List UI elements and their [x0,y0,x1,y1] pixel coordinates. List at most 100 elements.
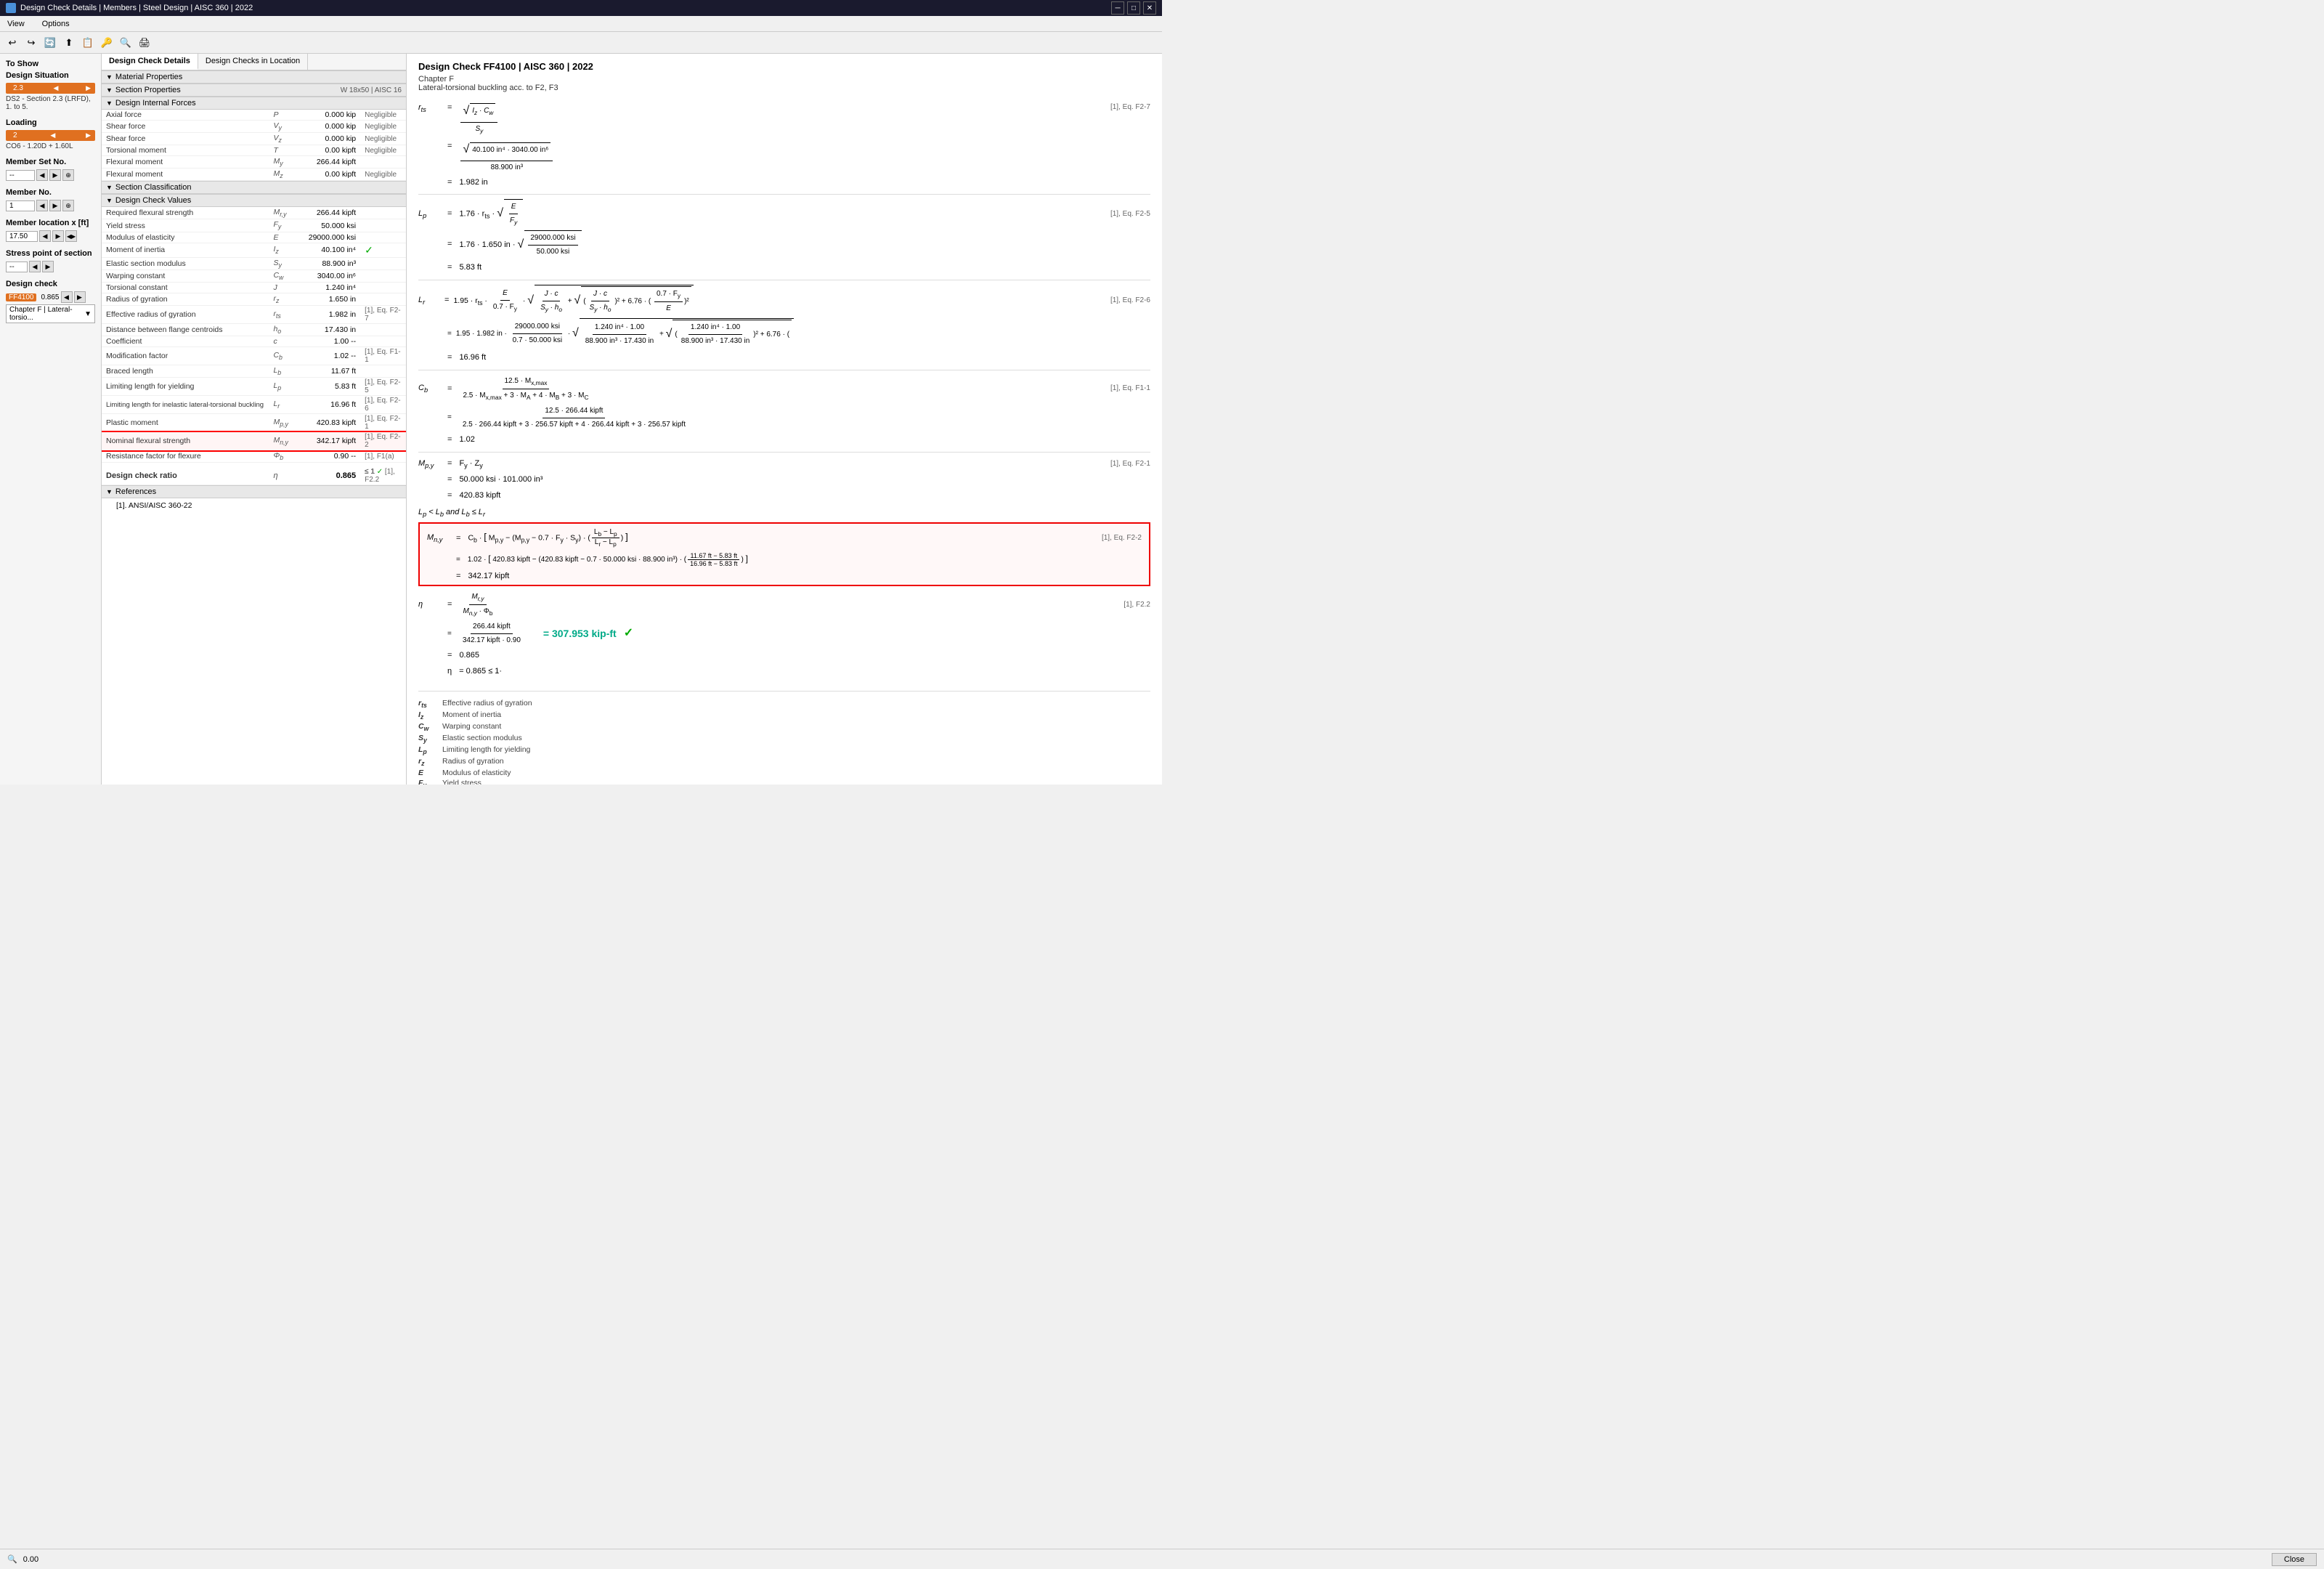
member-no-input[interactable] [6,200,35,211]
rts-ref: [1], Eq. F2-7 [1110,101,1150,114]
force-note-3: Negligible [360,133,406,145]
tab-design-checks-location[interactable]: Design Checks in Location [198,54,308,70]
cv-name-18: Resistance factor for flexure [102,450,269,463]
force-name-3: Shear force [102,133,269,145]
check-values-label: Design Check Values [115,196,191,205]
forces-arrow: ▼ [106,100,113,107]
table-row: Distance between flange centroids ho 17.… [102,323,406,336]
cv-sym-6: Cw [269,269,299,282]
force-val-3: 0.000 kip [299,133,360,145]
cv-name-7: Torsional constant [102,282,269,293]
force-sym-5: My [269,156,299,169]
tab-design-check-details[interactable]: Design Check Details [102,54,198,70]
mpy-result-eq: = [447,489,452,503]
section-references[interactable]: ▼ References [102,485,406,498]
member-set-input[interactable] [6,170,35,181]
table-row: Elastic section modulus Sy 88.900 in³ [102,257,406,269]
menu-options[interactable]: Options [38,18,74,30]
member-no-action[interactable]: ⊕ [62,200,74,211]
force-val-2: 0.000 kip [299,121,360,133]
member-no-prev[interactable]: ◀ [36,200,48,211]
loading-nav-prev[interactable]: ◀ [50,131,55,139]
chapter-desc: Lateral-torsional buckling acc. to F2, F… [418,84,558,92]
cv-ref-11 [360,336,406,346]
mny-label: Mn,y [427,533,449,543]
tool-zoom[interactable]: 🔍 [118,35,134,51]
stress-prev[interactable]: ◀ [29,261,41,272]
member-location-next[interactable]: ▶ [52,230,64,242]
member-no-next[interactable]: ▶ [49,200,61,211]
tab-bar: Design Check Details Design Checks in Lo… [102,54,406,70]
cv-val-12: 1.02 -- [299,346,360,365]
close-window-button[interactable]: ✕ [1143,1,1156,15]
section-design-check-values[interactable]: ▼ Design Check Values [102,194,406,207]
member-location-action[interactable]: ◀▶ [65,230,77,242]
minimize-button[interactable]: ─ [1111,1,1124,15]
stress-point-input[interactable] [6,262,28,272]
cv-name-1: Required flexural strength [102,207,269,219]
force-sym-2: Vy [269,121,299,133]
cv-name-16: Plastic moment [102,414,269,432]
cv-ref-13 [360,365,406,377]
formula-mny-highlight: Mn,y = Cb · [ Mp,y − (Mp,y − 0.7 · Fy · … [418,522,1150,586]
cv-ref-12: [1], Eq. F1-1 [360,346,406,365]
eta-ref: [1], F2.2 [1124,599,1150,612]
member-location-prev[interactable]: ◀ [39,230,51,242]
tool-forward[interactable]: ↪ [23,35,39,51]
close-button[interactable]: Close [2272,1553,2317,1566]
design-check-dropdown[interactable]: Chapter F | Lateral-torsio... ▼ [6,304,95,323]
member-location-input[interactable] [6,231,38,242]
tool-back[interactable]: ↩ [4,35,20,51]
loading-badge[interactable]: 2 ◀ ▶ [6,130,95,141]
table-row: Moment of inertia Iz 40.100 in⁴ ✓ [102,243,406,257]
design-check-prev[interactable]: ◀ [61,291,73,303]
situation-nav-next[interactable]: ▶ [86,84,91,92]
mny-ref: [1], Eq. F2-2 [1102,534,1142,542]
mpy-eq2-eq: = [447,473,452,487]
tool-refresh[interactable]: 🔄 [42,35,58,51]
legend-row-7: E Modulus of elasticity [418,769,1150,777]
rts-fraction-1: √Iz · Cw Sy [460,101,497,137]
rts-fraction-2: √40.100 in⁴ · 3040.00 in⁶ 88.900 in³ [460,139,553,174]
table-row: Torsional constant J 1.240 in⁴ [102,282,406,293]
cv-name-2: Yield stress [102,219,269,232]
cv-val-17: 342.17 kipft [299,432,360,450]
lp-eq2: 1.76 · 1.650 in · √ 29000.000 ksi 50.000… [459,230,581,259]
member-no-label: Member No. [6,188,95,197]
section-classification[interactable]: ▼ Section Classification [102,181,406,194]
section-design-internal-forces[interactable]: ▼ Design Internal Forces [102,97,406,110]
section-material-properties[interactable]: ▼ Material Properties [102,70,406,84]
member-set-action[interactable]: ⊕ [62,169,74,181]
design-check-next[interactable]: ▶ [74,291,86,303]
table-row: Braced length Lb 11.67 ft [102,365,406,377]
maximize-button[interactable]: □ [1127,1,1140,15]
eta-condition-val: = 0.865 ≤ 1· [459,665,502,679]
force-sym-4: T [269,145,299,156]
window-title: Design Check Details | Members | Steel D… [20,4,253,12]
menu-view[interactable]: View [3,18,29,30]
lr-result-eq: = [447,351,452,365]
tool-up[interactable]: ⬆ [61,35,77,51]
stress-next[interactable]: ▶ [42,261,54,272]
tool-print[interactable]: 🖨 [137,35,153,51]
cv-name-12: Modification factor [102,346,269,365]
member-set-prev[interactable]: ◀ [36,169,48,181]
cv-val-4: 40.100 in⁴ [299,243,360,257]
tool-key[interactable]: 🔑 [99,35,115,51]
loading-nav-next[interactable]: ▶ [86,131,91,139]
member-set-next[interactable]: ▶ [49,169,61,181]
references-arrow: ▼ [106,488,113,495]
situation-badge[interactable]: 2.3 ◀ ▶ [6,83,95,94]
section-section-properties[interactable]: ▼ Section Properties W 18x50 | AISC 16 [102,84,406,97]
cv-name-4: Moment of inertia [102,243,269,257]
force-note-1: Negligible [360,110,406,121]
legend-sym-2: Iz [418,710,436,721]
legend-sym-8: Fy [418,779,436,784]
situation-nav-prev[interactable]: ◀ [54,84,59,92]
material-label: Material Properties [115,73,182,81]
table-row: Flexural moment My 266.44 kipft [102,156,406,169]
tool-copy[interactable]: 📋 [80,35,96,51]
mny-result: 342.17 kipft [468,572,509,580]
table-row: Shear force Vy 0.000 kip Negligible [102,121,406,133]
design-check-chapter: Chapter F | Lateral-torsio... [9,306,84,322]
